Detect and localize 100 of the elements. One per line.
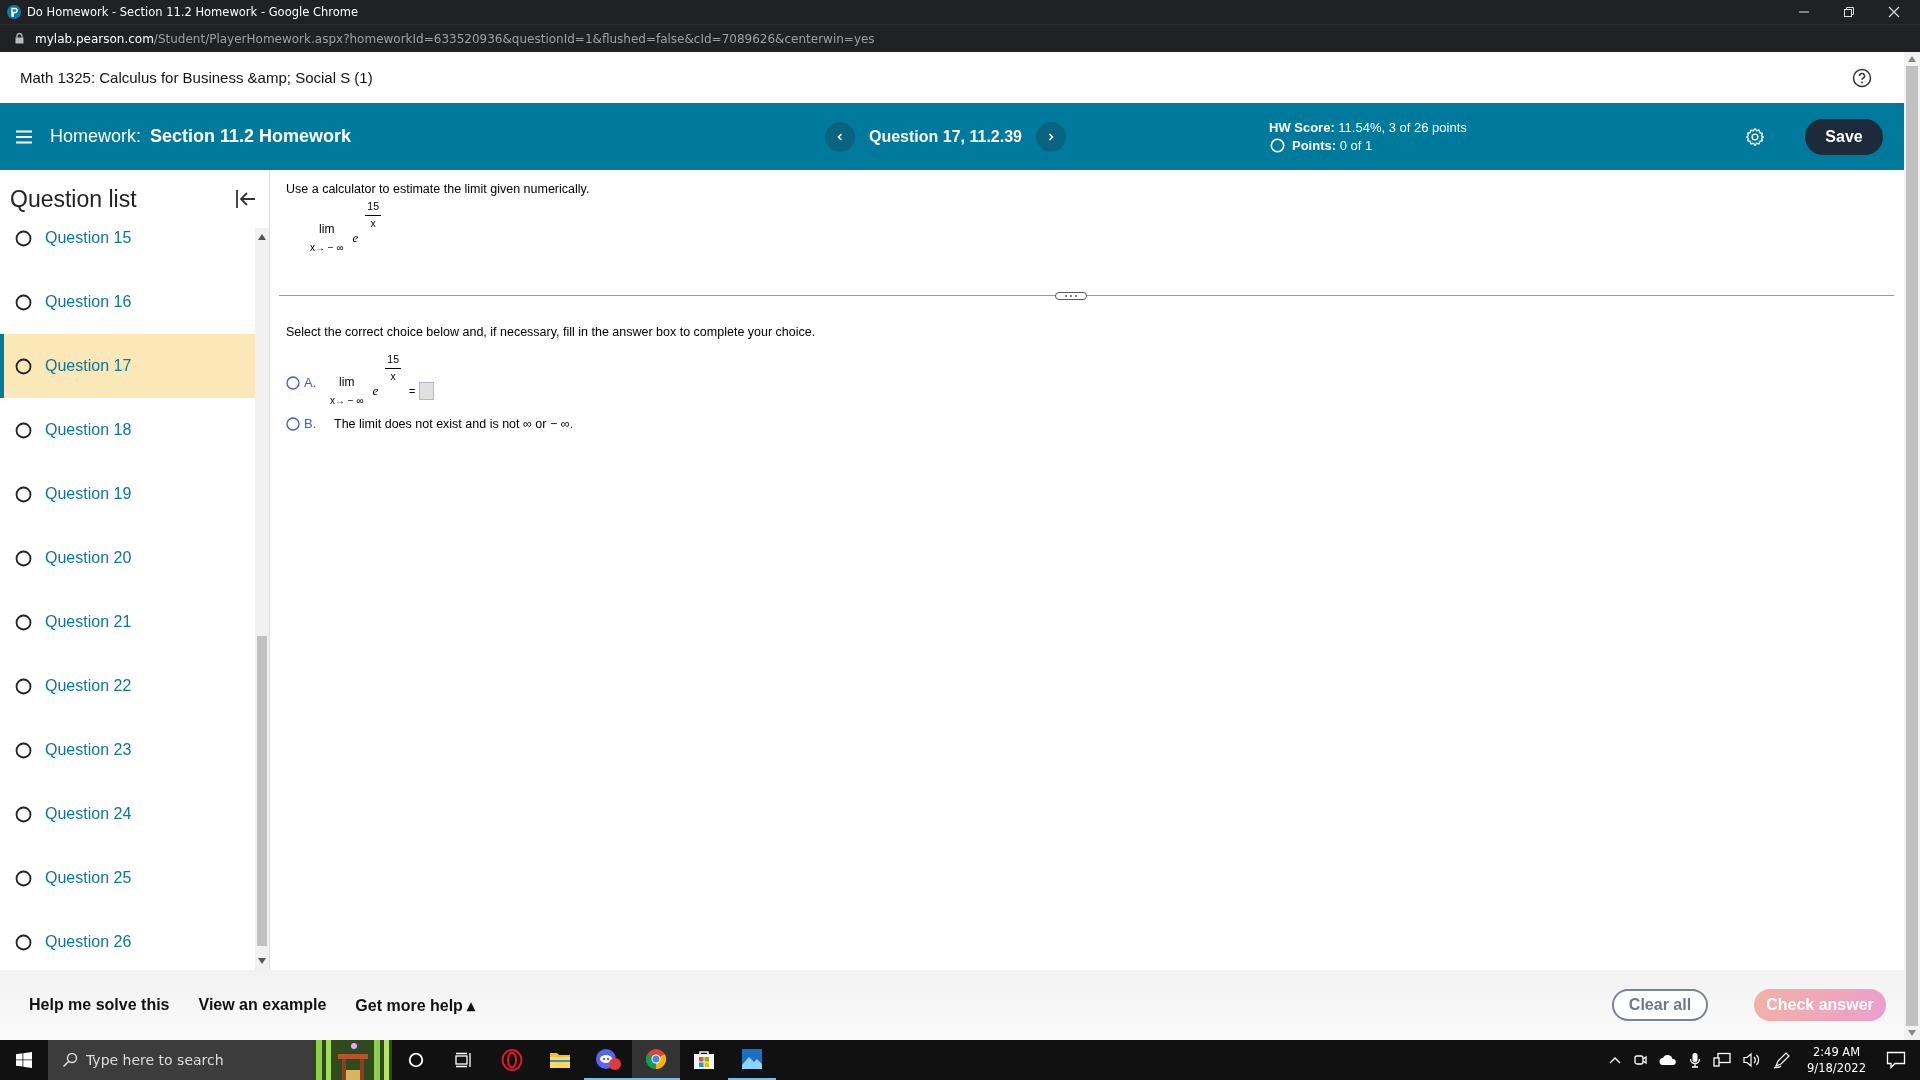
question-list-item[interactable]: Question 21 [0,590,255,654]
windows-start-icon[interactable] [16,1052,32,1068]
window-title: Do Homework - Section 11.2 Homework - Google Chrome [27,5,358,19]
task-view-icon[interactable] [455,1052,473,1068]
status-circle-icon [15,421,32,439]
denominator: x [390,370,396,382]
pearson-logo-icon [7,5,21,19]
prompt-text: Use a calculator to estimate the limit given numerically. [286,182,591,196]
folder-icon[interactable] [549,1051,571,1069]
status-circle-icon [15,293,32,311]
help-icon[interactable] [1852,67,1872,88]
lock-icon [15,33,24,44]
status-circle-icon [15,869,32,887]
search-field[interactable]: Type here to search [84,1051,308,1069]
page-scrollbar[interactable] [1904,52,1920,1040]
scrollbar-thumb[interactable] [1906,66,1918,1026]
points-text: Points: 0 of 1 [1292,138,1373,153]
status-circle-icon [15,677,32,695]
help-link[interactable]: Get more help ▴ [355,995,476,1015]
status-circle-icon [15,549,32,567]
radio-button[interactable] [286,375,300,390]
question-list-item[interactable]: Question 16 [0,270,255,334]
pen-icon[interactable] [1773,1051,1792,1069]
question-label: Question 26 [45,933,132,951]
radio-button[interactable] [286,416,300,431]
question-list-item[interactable]: Question 15 [0,228,255,270]
status-circle-icon [15,485,32,503]
photos-icon[interactable] [741,1048,763,1070]
chat-app-icon[interactable] [595,1047,621,1071]
question-list-item[interactable]: Question 22 [0,654,255,718]
question-label: Question 19 [45,485,132,503]
equals-sign: = [409,384,416,397]
homework-title: Section 11.2 Homework [150,126,352,147]
speaker-icon[interactable] [1743,1052,1762,1068]
help-link[interactable]: View an example [198,995,327,1015]
question-list-item[interactable]: Question 24 [0,782,255,846]
restore-icon[interactable] [1843,6,1855,18]
taskbar-search-box[interactable]: Type here to search [48,1040,392,1080]
question-list-item[interactable]: Question 17 [0,334,255,398]
search-icon [62,1052,78,1068]
scroll-up-icon[interactable] [258,234,266,240]
camera-icon[interactable] [1633,1052,1648,1068]
question-list-title: Question list [10,185,137,213]
hw-score-text: HW Score: 11.54%, 3 of 26 points [1269,120,1467,135]
base-e: e [352,229,359,246]
question-list-item[interactable]: Question 20 [0,526,255,590]
lim-text: lim [319,222,335,236]
close-icon[interactable] [1888,6,1900,18]
question-label: Question 22 [45,677,132,695]
question-label: Question 15 [45,229,132,247]
cloud-icon[interactable] [1659,1054,1678,1066]
microphone-icon[interactable] [1689,1052,1702,1068]
clock-time[interactable]: 2:49 AM [1812,1045,1861,1059]
cortana-icon[interactable] [408,1052,424,1068]
chrome-icon[interactable] [645,1048,667,1070]
scrollbar-thumb[interactable] [257,636,267,946]
settings-icon[interactable] [1745,126,1765,147]
opera-browser-icon[interactable] [501,1049,523,1071]
status-circle-icon [1270,138,1285,153]
question-list-item[interactable]: Question 19 [0,462,255,526]
denominator: x [370,217,376,229]
limit-subscript: x→ − ∞ [330,395,364,406]
resize-handle[interactable] [1055,292,1087,300]
status-circle-icon [15,357,32,375]
question-label: Question 17 [45,357,132,375]
scroll-up-icon[interactable] [1908,56,1916,62]
collapse-icon[interactable] [235,189,257,209]
scrollbar[interactable] [255,228,269,970]
question-label: Question 25 [45,869,132,887]
question-list-item[interactable]: Question 23 [0,718,255,782]
clock-date[interactable]: 9/18/2022 [1807,1061,1866,1075]
numerator: 15 [365,200,381,216]
choice-text: The limit does not exist and is not ∞ or − ∞. [334,416,574,431]
menu-icon[interactable] [15,129,33,144]
question-number: Question 17, 11.2.39 [869,127,1022,146]
question-label: Question 21 [45,613,132,631]
question-label: Question 23 [45,741,132,759]
question-list-item[interactable]: Question 18 [0,398,255,462]
status-circle-icon [15,933,32,951]
clear-all-button[interactable]: Clear all [1612,989,1708,1021]
course-title: Math 1325: Calculus for Business &amp; Social S (1) [20,69,373,86]
base-e: e [372,382,379,399]
help-link[interactable]: Help me solve this [29,995,170,1015]
status-circle-icon [15,741,32,759]
chevron-up-icon[interactable] [1609,1056,1622,1064]
question-label: Question 24 [45,805,132,823]
save-button[interactable]: Save [1805,118,1883,155]
status-circle-icon [15,613,32,631]
notification-icon[interactable] [1886,1051,1906,1069]
numerator: 15 [385,353,401,369]
lim-text: lim [339,375,355,389]
scroll-down-icon[interactable] [258,958,266,964]
question-list-item[interactable]: Question 25 [0,846,255,910]
scroll-down-icon[interactable] [1908,1030,1916,1036]
question-label: Question 18 [45,421,132,439]
store-icon[interactable] [693,1050,715,1070]
network-icon[interactable] [1713,1052,1732,1068]
choice-letter: B. [304,416,318,431]
question-list-item[interactable]: Question 26 [0,910,255,970]
instruction-text: Select the correct choice below and, if necessary, fill in the answer box to complete your choice. [286,325,817,339]
